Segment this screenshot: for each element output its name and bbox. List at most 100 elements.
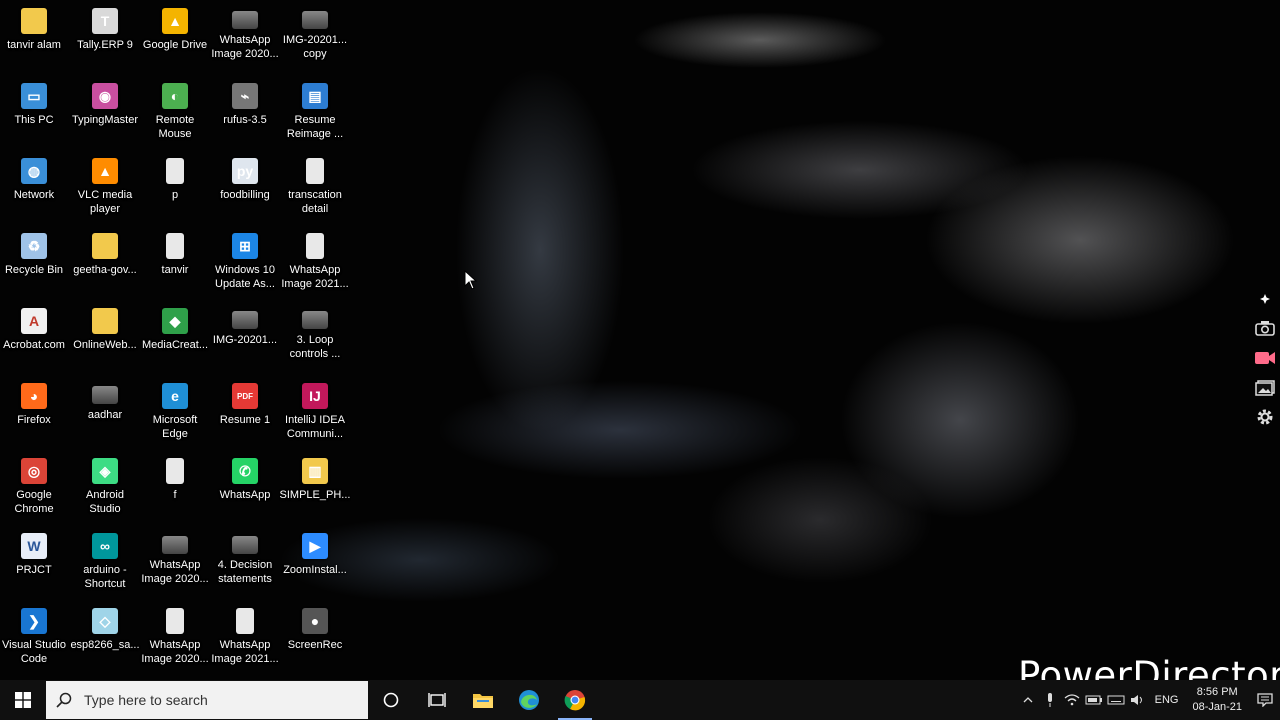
android-studio-icon: ◈ [92,458,118,484]
desktop-icon[interactable]: tanvir alam [0,3,69,52]
desktop-icon[interactable]: WhatsApp Image 2021... [280,228,350,291]
desktop-icon[interactable]: WhatsApp Image 2020... [140,528,210,586]
desktop-icon[interactable]: WhatsApp Image 2020... [140,603,210,666]
taskbar-search-box[interactable]: Type here to search [46,681,368,719]
image-file-icon [232,311,258,329]
microphone-icon[interactable] [1039,680,1061,720]
desktop-icon-label: Visual Studio Code [1,639,66,665]
input-language[interactable]: ENG [1149,694,1185,706]
desktop-icon[interactable]: e Microsoft Edge [140,378,210,441]
desktop-icon[interactable]: ⊞ Windows 10 Update As... [210,228,280,291]
clock-time: 8:56 PM [1196,686,1238,698]
desktop-icon[interactable]: ▲ VLC media player [70,153,140,216]
document-icon [306,233,324,259]
document-icon [166,458,184,484]
wifi-icon[interactable] [1061,680,1083,720]
desktop-icon[interactable]: ◈ Android Studio [70,453,140,516]
desktop-icon[interactable]: tanvir [140,228,210,277]
desktop-icon[interactable]: geetha-gov... [70,228,140,277]
desktop-icon-label: MediaCreat... [141,339,209,351]
desktop-icon-label: Microsoft Edge [152,414,198,440]
desktop-icon[interactable]: transcation detail [280,153,350,216]
desktop-icon[interactable]: ✆ WhatsApp [210,453,280,502]
desktop-icon[interactable]: ❯ Visual Studio Code [0,603,69,666]
desktop-icon[interactable]: ▥ SIMPLE_PH... [280,453,350,502]
keyboard-icon[interactable] [1105,680,1127,720]
desktop-icon[interactable]: IJ IntelliJ IDEA Communi... [280,378,350,441]
desktop-icon-label: SIMPLE_PH... [279,489,351,501]
desktop-icon-label: p [171,189,179,201]
taskbar-clock[interactable]: 8:56 PM 08-Jan-21 [1184,685,1250,715]
task-view-icon [428,693,446,707]
file-explorer-button[interactable] [460,680,506,720]
desktop-icon[interactable]: WhatsApp Image 2021... [210,603,280,666]
action-center-button[interactable] [1250,680,1280,720]
desktop-icon-label: WhatsApp Image 2020... [141,639,209,665]
desktop-icon[interactable]: f [140,453,210,502]
show-hidden-icons-chevron-icon[interactable] [1017,680,1039,720]
desktop-icon[interactable]: T Tally.ERP 9 [70,3,140,52]
desktop-icon-label: TypingMaster [71,114,139,126]
desktop-icon-label: WhatsApp Image 2020... [141,559,209,585]
desktop-icon[interactable]: PDF Resume 1 [210,378,280,427]
desktop-icon-label: WhatsApp [219,489,271,501]
desktop-icon[interactable]: WhatsApp Image 2020... [210,3,280,61]
windows-icon: ⊞ [232,233,258,259]
desktop-icon-label: Windows 10 Update As... [215,264,275,290]
image-file-icon [302,311,328,329]
chrome-taskbar-button[interactable] [552,680,598,720]
camera-icon[interactable] [1254,318,1276,340]
image-file-icon [232,536,258,554]
desktop-icon[interactable]: ● ScreenRec [280,603,350,652]
desktop-icon[interactable]: ♻ Recycle Bin [0,228,69,277]
desktop-icon[interactable]: ◐ Remote Mouse [140,78,210,141]
gallery-icon[interactable] [1254,377,1276,399]
desktop-icon-label: IMG-20201... [212,334,278,346]
recorder-side-toolbar [1250,288,1280,428]
start-button[interactable] [0,680,46,720]
user-folder-icon [21,8,47,34]
desktop-icon-label: IMG-20201... copy [282,34,348,60]
edge-taskbar-button[interactable] [506,680,552,720]
desktop-icon-label: Google Drive [142,39,208,51]
vscode-icon: ❯ [21,608,47,634]
desktop-icon[interactable]: ▭ This PC [0,78,69,127]
word-doc-icon: W [21,533,47,559]
battery-icon[interactable] [1083,680,1105,720]
desktop-icon[interactable]: ◎ Google Chrome [0,453,69,516]
pin-icon[interactable] [1254,288,1276,310]
desktop-icon[interactable]: ◇ esp8266_sa... [70,603,140,652]
gear-icon[interactable] [1254,406,1276,428]
video-camera-icon[interactable] [1254,347,1276,369]
task-view-button[interactable] [414,680,460,720]
desktop-icon[interactable]: A Acrobat.com [0,303,69,352]
desktop-icon-label: geetha-gov... [73,264,137,276]
desktop-icon-label: IntelliJ IDEA Communi... [285,414,345,440]
desktop-icon[interactable]: ◍ Network [0,153,69,202]
desktop-icon[interactable]: ▲ Google Drive [140,3,210,52]
desktop-icon-label: ScreenRec [287,639,343,651]
desktop-icon[interactable]: ▶ ZoomInstal... [280,528,350,577]
desktop-icon[interactable]: W PRJCT [0,528,69,577]
desktop-icon[interactable]: IMG-20201... copy [280,3,350,61]
desktop-icon[interactable]: ◆ MediaCreat... [140,303,210,352]
usb-icon: ⌁ [232,83,258,109]
desktop-icon[interactable]: ◉ TypingMaster [70,78,140,127]
desktop-icon[interactable]: p [140,153,210,202]
desktop-icon[interactable]: py foodbilling [210,153,280,202]
cortana-button[interactable] [368,680,414,720]
network-icon: ◍ [21,158,47,184]
desktop-icon[interactable]: ∞ arduino - Shortcut [70,528,140,591]
desktop-icon-label: tanvir [161,264,189,276]
desktop-icon[interactable]: IMG-20201... [210,303,280,347]
desktop-icon[interactable]: 3. Loop controls ... [280,303,350,361]
desktop-icon[interactable]: ▤ Resume Reimage ... [280,78,350,141]
desktop-icon[interactable]: ◕ Firefox [0,378,69,427]
volume-icon[interactable] [1127,680,1149,720]
desktop-icon[interactable]: aadhar [70,378,140,422]
desktop-icon[interactable]: ⌁ rufus-3.5 [210,78,280,127]
desktop-icon[interactable]: OnlineWeb... [70,303,140,352]
image-file-icon [302,11,328,29]
firefox-icon: ◕ [21,383,47,409]
desktop-icon[interactable]: 4. Decision statements [210,528,280,586]
